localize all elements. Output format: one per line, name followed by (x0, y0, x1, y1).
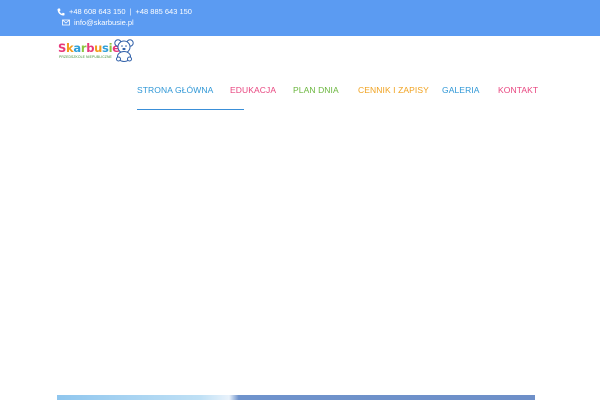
top-contact-bar: +48 608 643 150 | +48 885 643 150 info@s… (0, 0, 600, 36)
logo-tagline: PRZEDSZKOLE NIEPUBLICZNE (59, 55, 112, 59)
phone-number-1[interactable]: +48 608 643 150 (69, 7, 126, 16)
logo-letter: S (58, 41, 66, 55)
email-link[interactable]: info@skarbusie.pl (74, 18, 134, 27)
logo-wordmark: Skarbusie (58, 41, 120, 55)
main-navigation: STRONA GŁÓWNA EDUKACJA PLAN DNIA CENNIK … (0, 85, 600, 103)
nav-item-edukacja[interactable]: EDUKACJA (230, 85, 276, 95)
active-nav-underline (137, 109, 244, 110)
nav-item-kontakt[interactable]: KONTAKT (498, 85, 538, 95)
nav-item-galeria[interactable]: GALERIA (442, 85, 480, 95)
hero-slider-image (57, 395, 535, 400)
nav-item-strona-glowna[interactable]: STRONA GŁÓWNA (137, 85, 213, 95)
phone-number-2[interactable]: +48 885 643 150 (135, 7, 192, 16)
logo-letter: u (94, 41, 103, 55)
logo-letter: b (86, 41, 95, 55)
email-row: info@skarbusie.pl (62, 18, 134, 27)
envelope-icon (62, 19, 70, 26)
phone-row: +48 608 643 150 | +48 885 643 150 (57, 7, 192, 16)
teddy-bear-icon (113, 38, 135, 67)
nav-item-cennik-i-zapisy[interactable]: CENNIK I ZAPISY (358, 85, 429, 95)
phone-icon (57, 8, 65, 16)
site-logo[interactable]: Skarbusie PRZEDSZKOLE NIEPUBLICZNE (58, 38, 134, 64)
logo-letter: a (73, 41, 81, 55)
phone-separator: | (129, 7, 132, 16)
nav-item-plan-dnia[interactable]: PLAN DNIA (293, 85, 339, 95)
